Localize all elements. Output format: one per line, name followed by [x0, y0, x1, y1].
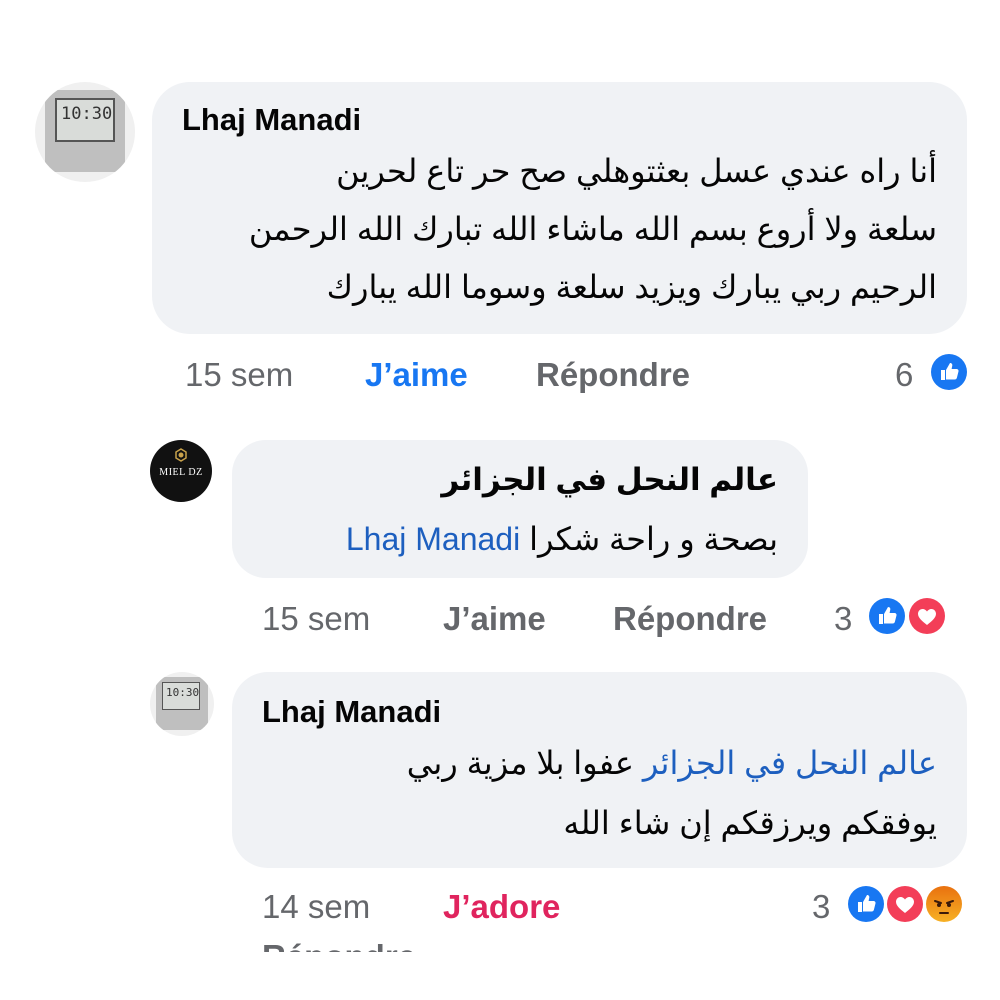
reply-author[interactable]: Lhaj Manadi — [262, 694, 441, 730]
avatar-lhaj-manadi[interactable]: 10:30 — [150, 672, 214, 736]
reaction-count[interactable]: 3 — [834, 600, 852, 638]
reply-bubble: عالم النحل في الجزائر بصحة و راحة شكرا L… — [232, 440, 808, 578]
like-button[interactable]: J’aime — [443, 600, 546, 638]
mention-lhaj-manadi[interactable]: Lhaj Manadi — [346, 521, 520, 557]
love-icon — [906, 595, 948, 637]
reply-text: بصحة و راحة شكرا Lhaj Manadi — [345, 521, 778, 557]
reply-button[interactable]: Répondre — [613, 600, 767, 638]
like-icon — [845, 883, 887, 925]
avatar-lhaj-manadi[interactable]: 10:30 — [35, 82, 135, 182]
like-icon — [928, 351, 970, 393]
comment-timestamp[interactable]: 15 sem — [262, 600, 370, 638]
love-button[interactable]: J’adore — [443, 888, 560, 926]
comment-text-line-2: سلعة ولا أروع بسم الله ماشاء الله تبارك … — [248, 211, 937, 247]
clock-time: 10:30 — [166, 686, 200, 699]
angry-icon — [923, 883, 965, 925]
comment-text-line-1: أنا راه عندي عسل بعثتوهلي صح حر تاع لحري… — [336, 153, 937, 189]
comment-text-line-3: الرحيم ربي يبارك ويزيد سلعة وسوما الله ي… — [326, 269, 937, 305]
reply-bubble: Lhaj Manadi عالم النحل في الجزائر عفوا ب… — [232, 672, 967, 868]
reply-author[interactable]: عالم النحل في الجزائر — [441, 462, 778, 498]
mention-alam-annahl[interactable]: عالم النحل في الجزائر — [643, 745, 937, 781]
avatar-mieldz[interactable]: MIEL DZ — [150, 440, 212, 502]
clock-icon: 10:30 — [45, 90, 125, 172]
love-icon — [884, 883, 926, 925]
comment-bubble: Lhaj Manadi أنا راه عندي عسل بعثتوهلي صح… — [152, 82, 967, 334]
clock-time: 10:30 — [61, 104, 113, 124]
reply-text-line-1: عالم النحل في الجزائر عفوا بلا مزية ربي — [406, 745, 937, 781]
reaction-count[interactable]: 6 — [895, 356, 913, 394]
mieldz-logo-text: MIEL DZ — [159, 467, 203, 478]
reply-button[interactable]: Répondre — [536, 356, 690, 394]
reply-button[interactable]: Répondre — [262, 938, 416, 952]
comment-author[interactable]: Lhaj Manadi — [182, 102, 361, 138]
comment-timestamp[interactable]: 15 sem — [185, 356, 293, 394]
like-icon — [866, 595, 908, 637]
like-button[interactable]: J’aime — [365, 356, 468, 394]
comment-timestamp[interactable]: 14 sem — [262, 888, 370, 926]
clock-icon: 10:30 — [156, 677, 208, 730]
reaction-count[interactable]: 3 — [812, 888, 830, 926]
reply-text-line-2: يوفقكم ويرزقكم إن شاء الله — [563, 805, 937, 841]
